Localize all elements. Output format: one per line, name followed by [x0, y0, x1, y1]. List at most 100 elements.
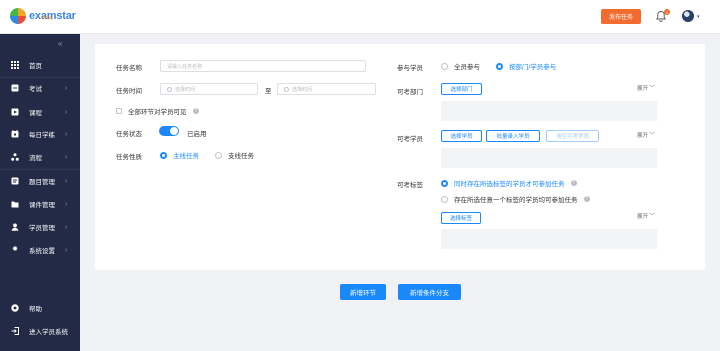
tags-label: 可考标签 [397, 182, 423, 189]
chevron-right-icon: › [65, 130, 68, 138]
user-icon [11, 223, 19, 231]
task-name-placeholder: 请输入任务名称 [167, 63, 203, 70]
sidebar-item-courseware-management[interactable]: 课件管理 › [0, 194, 80, 214]
batch-import-button[interactable]: 批量录入学员 [486, 130, 540, 142]
radio-tags-any[interactable]: 存在所选任意一个标签的学员均可参加任务 ? [441, 194, 590, 204]
divider [0, 169, 80, 170]
radio-tags-all[interactable]: 同时存在所选标签的学员才可参加任务 ? [441, 178, 577, 188]
sidebar-item-question-management[interactable]: 题目管理 › [0, 171, 80, 191]
sidebar-item-label: 题目管理 [29, 179, 55, 186]
sidebar: « 首页 考试 › 课程 › 每日学练 › 流程 › 题目管理 › 课件管理 ›… [0, 34, 80, 351]
chevron-right-icon: › [65, 153, 68, 161]
folder-icon [11, 201, 19, 208]
expand-tags-toggle[interactable]: 展开 ﹀ [637, 212, 655, 220]
tags-selection-area [441, 229, 657, 249]
enter-icon [11, 327, 19, 335]
collapse-icon[interactable]: « [58, 39, 62, 48]
expand-students-toggle[interactable]: 展开 ﹀ [637, 131, 655, 139]
task-nature-label: 任务性质 [116, 154, 142, 161]
radio-label: 主线任务 [173, 153, 199, 160]
radio-label: 存在所选任意一个标签的学员均可参加任务 [454, 197, 578, 204]
chevron-right-icon: › [65, 223, 68, 231]
help-icon[interactable]: ? [570, 180, 577, 186]
start-time-placeholder: 选择时间 [175, 86, 196, 93]
select-dept-button[interactable]: 选择部门 [441, 83, 482, 95]
sidebar-item-home[interactable]: 首页 [0, 55, 80, 75]
help-icon [11, 304, 19, 312]
students-label: 可考学员 [397, 136, 423, 143]
sidebar-item-course[interactable]: 课程 › [0, 102, 80, 122]
top-bar: examstar 考试星 发布任务 3 ▾ [0, 0, 720, 34]
chevron-right-icon: › [65, 108, 68, 116]
radio-dot[interactable] [496, 62, 503, 70]
sidebar-item-label: 考试 [29, 86, 42, 93]
clock-icon [167, 86, 172, 92]
clock-icon [284, 86, 289, 92]
expand-label: 展开 [637, 133, 649, 139]
question-icon [11, 177, 19, 185]
avatar[interactable] [682, 10, 694, 22]
sidebar-item-label: 帮助 [29, 306, 42, 313]
radio-dot[interactable] [441, 195, 448, 203]
radio-dot[interactable] [441, 62, 448, 70]
radio-label: 按部门/学员参与 [509, 64, 557, 71]
radio-dept-participate[interactable]: 按部门/学员参与 [496, 61, 556, 71]
status-value: 已启用 [187, 131, 207, 138]
sidebar-item-student-management[interactable]: 学员管理 › [0, 217, 80, 237]
expand-label: 展开 [637, 86, 649, 92]
toggle-knob [170, 127, 178, 135]
sidebar-item-daily-practice[interactable]: 每日学练 › [0, 124, 80, 144]
sidebar-item-label: 流程 [29, 155, 42, 162]
flow-icon [11, 153, 19, 161]
radio-label: 支线任务 [228, 153, 254, 160]
radio-all-participate[interactable]: 全员参与 [441, 61, 480, 71]
sidebar-item-label: 课程 [29, 110, 42, 117]
notification-badge: 3 [664, 9, 670, 15]
sidebar-item-label: 每日学练 [29, 132, 55, 139]
logo-subtitle: 考试星 [41, 15, 53, 20]
grid-icon [11, 61, 19, 69]
chevron-down-icon[interactable]: ▾ [697, 14, 700, 20]
course-icon [11, 108, 19, 116]
task-status-label: 任务状态 [116, 131, 142, 138]
help-icon[interactable]: ? [192, 108, 199, 114]
gear-icon: ✹ [12, 246, 18, 253]
add-branch-button[interactable]: 新增条件分支 [398, 284, 461, 300]
dept-selection-area [441, 101, 657, 121]
radio-branch-task[interactable]: 支线任务 [215, 150, 254, 160]
expand-dept-toggle[interactable]: 展开 ﹀ [637, 84, 655, 92]
task-name-label: 任务名称 [116, 65, 142, 72]
sidebar-item-help[interactable]: 帮助 [0, 298, 80, 318]
checkbox-box[interactable] [116, 108, 122, 114]
sidebar-item-enter-student-system[interactable]: 进入学员系统 [0, 321, 80, 341]
sidebar-item-flow[interactable]: 流程 › [0, 147, 80, 167]
help-icon[interactable]: ? [583, 196, 590, 202]
chevron-right-icon: › [65, 84, 68, 92]
select-tag-button[interactable]: 选择标签 [441, 212, 481, 224]
radio-dot[interactable] [441, 179, 448, 187]
sidebar-item-label: 课件管理 [29, 202, 55, 209]
end-time-placeholder: 选择时间 [292, 86, 313, 93]
sidebar-item-label: 进入学员系统 [29, 329, 68, 336]
add-step-button[interactable]: 新增环节 [340, 284, 386, 300]
status-toggle[interactable] [159, 126, 179, 136]
radio-label: 全员参与 [454, 64, 480, 71]
visible-check-label: 全部环节对学员可见 [128, 109, 187, 116]
radio-dot[interactable] [160, 151, 167, 159]
expand-label: 展开 [637, 214, 649, 220]
chevron-right-icon: › [65, 246, 68, 254]
radio-dot[interactable] [215, 151, 222, 159]
select-student-button[interactable]: 选择学员 [441, 130, 482, 142]
sidebar-item-exam[interactable]: 考试 › [0, 78, 80, 98]
dept-label: 可考部门 [397, 89, 423, 96]
clear-students-button[interactable]: 清空可考学员 [546, 130, 599, 142]
task-name-input[interactable]: 请输入任务名称 [160, 60, 366, 72]
practice-icon [11, 130, 19, 138]
visible-to-students-checkbox[interactable]: 全部环节对学员可见 ? [116, 106, 199, 116]
start-time-picker[interactable]: 选择时间 [160, 83, 258, 95]
radio-main-task[interactable]: 主线任务 [160, 150, 199, 160]
exam-icon [11, 84, 19, 92]
publish-task-button[interactable]: 发布任务 [601, 9, 641, 24]
end-time-picker[interactable]: 选择时间 [277, 83, 376, 95]
sidebar-item-system-settings[interactable]: ✹ 系统设置 › [0, 240, 80, 260]
